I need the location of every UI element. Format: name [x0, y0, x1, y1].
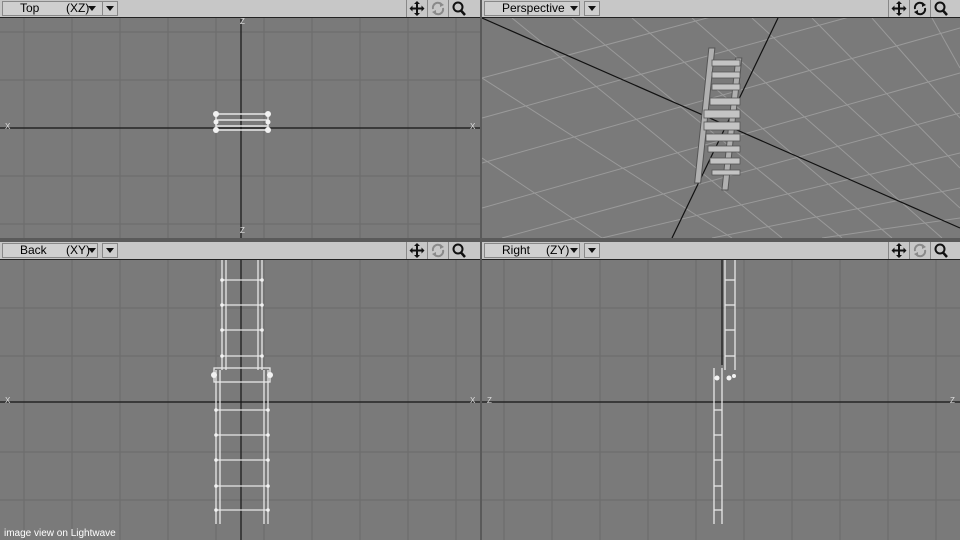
ladder-model-right [713, 260, 736, 524]
view-type-label: Top [20, 1, 40, 15]
chevron-down-icon [570, 6, 578, 11]
move-view-button[interactable] [406, 242, 426, 259]
viewport-header: Right (ZY) [482, 242, 960, 260]
view-axis-label: (XY) [66, 243, 90, 257]
rotate-view-icon [431, 1, 445, 16]
rotate-view-button[interactable] [909, 242, 929, 259]
view-menu-button[interactable] [584, 243, 600, 258]
top-view-grid [0, 18, 480, 238]
rotate-view-button[interactable] [909, 0, 929, 17]
ladder-model-back [213, 260, 271, 524]
viewport-canvas[interactable]: Z Z X X [0, 18, 480, 238]
view-type-label: Right [502, 243, 531, 257]
move-view-button[interactable] [406, 0, 426, 17]
view-type-label: Back [20, 243, 47, 257]
view-menu-button[interactable] [102, 1, 118, 16]
viewport-canvas[interactable]: Z Z [482, 260, 960, 540]
chevron-down-icon [88, 6, 96, 11]
ladder-model-perspective [694, 47, 743, 191]
viewport-back[interactable]: Back (XY) X X [0, 242, 480, 540]
chevron-down-icon [570, 248, 578, 253]
zoom-view-icon [934, 243, 948, 258]
move-view-button[interactable] [888, 242, 908, 259]
zoom-view-button[interactable] [930, 242, 950, 259]
axis-marker-z-top: Z [240, 18, 245, 26]
viewport-header: Perspective [482, 0, 960, 18]
viewport-canvas[interactable]: X X [0, 260, 480, 540]
axis-marker-z-right: Z [950, 396, 955, 405]
rotate-view-icon [431, 243, 445, 258]
move-view-icon [409, 243, 425, 258]
viewport-header: Back (XY) [0, 242, 480, 260]
move-view-button[interactable] [888, 0, 908, 17]
perspective-grid [482, 18, 960, 238]
view-type-label: Perspective [502, 1, 565, 15]
zoom-view-icon [452, 243, 466, 258]
viewport-canvas[interactable] [482, 18, 960, 238]
axis-marker-z-bottom: Z [240, 226, 245, 235]
rotate-view-icon [913, 1, 927, 16]
chevron-down-icon [88, 248, 96, 253]
viewport-perspective[interactable]: Perspective [482, 0, 960, 238]
axis-marker-x-right: X [470, 122, 476, 131]
move-view-icon [891, 1, 907, 16]
viewport-header: Top (XZ) [0, 0, 480, 18]
view-axis-label: (ZY) [546, 243, 570, 257]
view-menu-button[interactable] [584, 1, 600, 16]
image-caption: image view on Lightwave [4, 528, 116, 539]
move-view-icon [409, 1, 425, 16]
chevron-down-icon [106, 248, 114, 253]
view-type-select[interactable]: Perspective [484, 1, 580, 16]
axis-marker-x-left: X [5, 122, 11, 131]
view-axis-label: (XZ) [66, 1, 90, 15]
rotate-view-icon [913, 243, 927, 258]
zoom-view-icon [452, 1, 466, 16]
axis-marker-z-left: Z [487, 396, 492, 405]
axis-marker-x-right: X [470, 396, 476, 405]
rotate-view-button[interactable] [427, 0, 447, 17]
back-view-grid [0, 260, 480, 540]
zoom-view-button[interactable] [930, 0, 950, 17]
axis-marker-x-left: X [5, 396, 11, 405]
move-view-icon [891, 243, 907, 258]
chevron-down-icon [106, 6, 114, 11]
viewport-top[interactable]: Top (XZ) Z Z X X [0, 0, 480, 238]
zoom-view-button[interactable] [448, 242, 468, 259]
right-view-grid [482, 260, 960, 540]
chevron-down-icon [588, 6, 596, 11]
chevron-down-icon [588, 248, 596, 253]
viewport-right[interactable]: Right (ZY) Z Z [482, 242, 960, 540]
rotate-view-button[interactable] [427, 242, 447, 259]
view-menu-button[interactable] [102, 243, 118, 258]
zoom-view-button[interactable] [448, 0, 468, 17]
zoom-view-icon [934, 1, 948, 16]
